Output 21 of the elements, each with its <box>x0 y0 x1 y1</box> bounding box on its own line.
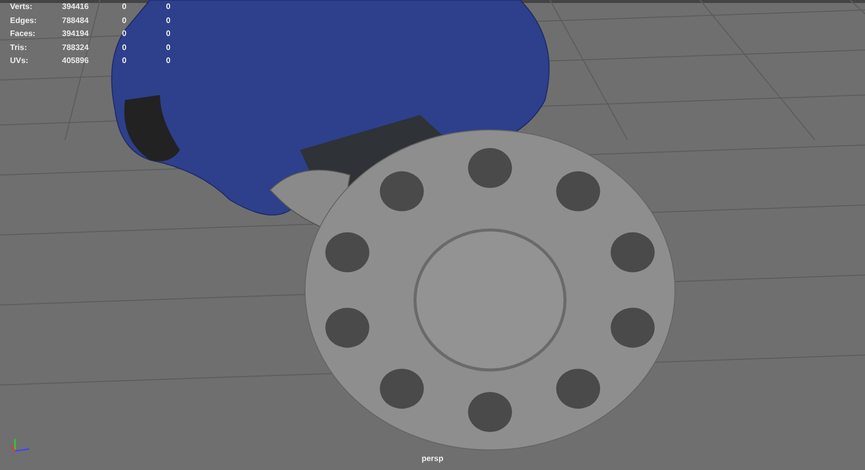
stat-value: 0 <box>122 42 128 53</box>
stat-value: 0 <box>122 1 128 12</box>
stat-label: Tris: <box>10 42 28 53</box>
stat-value: 0 <box>166 28 172 40</box>
stat-value: 0 <box>122 14 128 26</box>
stat-value: 0 <box>166 14 172 26</box>
stat-value: 788324 <box>62 42 90 53</box>
stat-value: 0 <box>122 28 128 40</box>
stat-value: 0 <box>166 1 172 12</box>
stat-label: Edges: <box>10 14 38 26</box>
stat-value: 405896 <box>62 55 90 66</box>
stat-value: 394416 <box>62 1 90 12</box>
camera-label: persp <box>420 454 444 463</box>
stat-value: 0 <box>166 42 172 53</box>
stat-label: Verts: <box>10 1 34 12</box>
stat-value: 394194 <box>62 28 90 40</box>
stat-value: 788484 <box>62 14 90 26</box>
stat-label: Faces: <box>10 28 36 40</box>
stat-label: UVs: <box>10 55 30 66</box>
stat-value: 0 <box>166 55 172 66</box>
stat-value: 0 <box>122 55 128 66</box>
